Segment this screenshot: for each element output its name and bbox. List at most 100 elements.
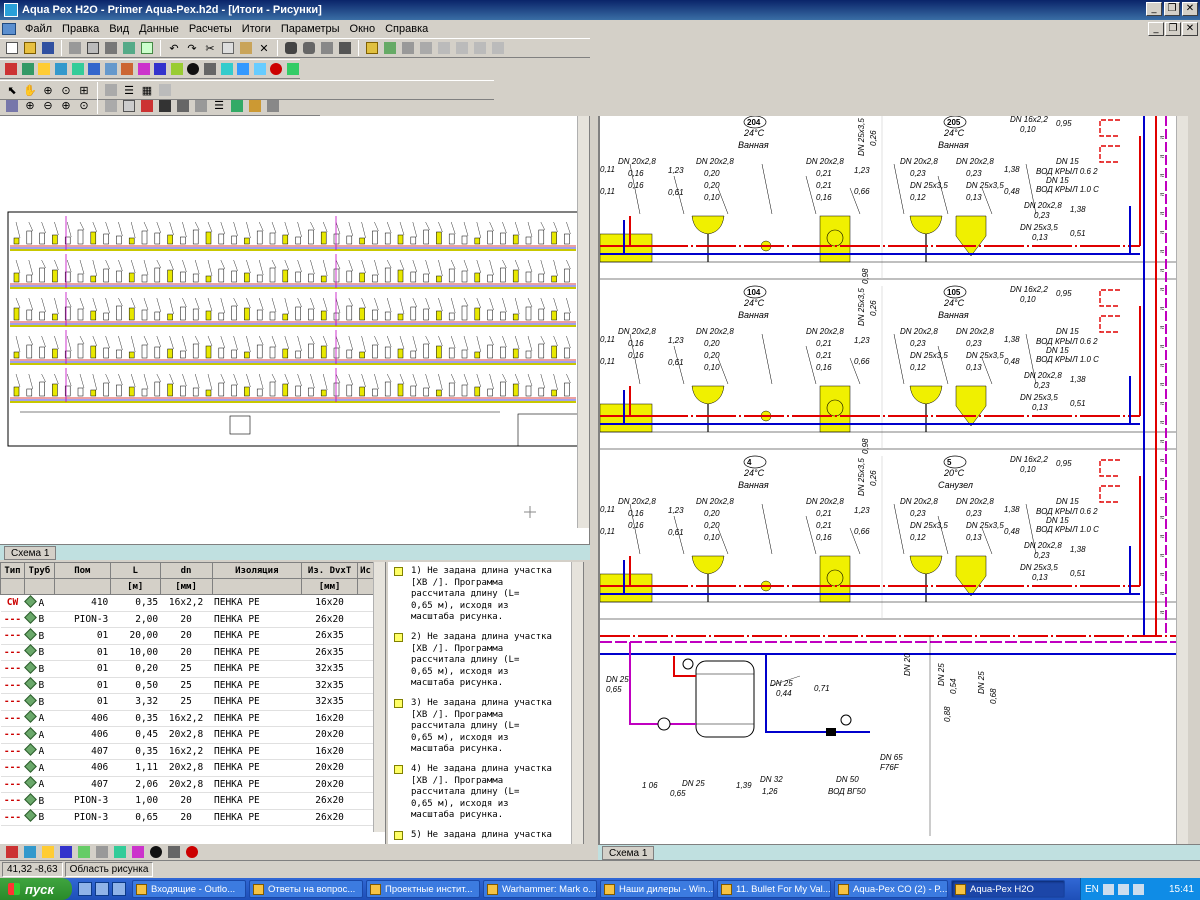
schematic-pane[interactable]: 204 24°C Ванная 205 24°C Ванная DN 20x2,8 0,16 0… [598, 116, 1188, 844]
table-row[interactable]: --- A 406 0,45 20x2,8 ПЕНКА PE 20x20 [0, 726, 374, 744]
obj5-icon[interactable] [70, 61, 85, 77]
obj2-icon[interactable] [21, 61, 36, 77]
print-icon[interactable] [67, 40, 83, 56]
start-button[interactable]: пуск [0, 878, 72, 900]
delete-icon[interactable]: ✕ [256, 40, 272, 56]
view9-icon[interactable] [229, 98, 245, 114]
taskbar-item[interactable]: Наши дилеры - Win... [600, 880, 714, 898]
message-item[interactable]: 4) Не задана длина участка [XB /]. Програ… [388, 760, 583, 826]
overview-vscroll[interactable] [577, 116, 589, 528]
tray-icon-1[interactable] [1102, 883, 1114, 895]
tool3-icon[interactable] [472, 40, 488, 56]
zoom-in2-icon[interactable]: ⊕ [22, 98, 38, 114]
explorer-icon[interactable] [112, 882, 126, 896]
calc-check-icon[interactable] [382, 40, 398, 56]
zoom-all-icon[interactable]: ⊕ [58, 98, 74, 114]
left-tab-scheme1[interactable]: Схема 1 [4, 545, 57, 560]
menu-window[interactable]: Окно [345, 23, 381, 35]
b11-icon[interactable] [184, 844, 200, 860]
zoom-prev-icon[interactable]: ⊙ [76, 98, 92, 114]
taskbar-item[interactable]: Aqua-Pex CO (2) - P... [834, 880, 948, 898]
obj15-icon[interactable] [236, 61, 251, 77]
obj18-icon[interactable] [286, 61, 301, 77]
view7-icon[interactable] [193, 98, 209, 114]
replace-icon[interactable] [319, 40, 335, 56]
taskbar-item[interactable]: Aqua-Pex H2O [951, 880, 1065, 898]
table-row[interactable]: --- B 01 20,00 20 ПЕНКА PE 26x35 [0, 627, 374, 645]
taskbar-item[interactable]: Ответы на вопрос... [249, 880, 363, 898]
b5-icon[interactable] [76, 844, 92, 860]
tool4-icon[interactable] [490, 40, 506, 56]
table-row[interactable]: CW A 410 0,35 16x2,2 ПЕНКА PE 16x20 [0, 594, 374, 612]
save-icon[interactable] [40, 40, 56, 56]
b2-icon[interactable] [22, 844, 38, 860]
find-next-icon[interactable] [301, 40, 317, 56]
menu-calc[interactable]: Расчеты [184, 23, 237, 35]
tray-icon-2[interactable] [1117, 883, 1129, 895]
restore-button[interactable]: ❐ [1164, 2, 1180, 16]
table-row[interactable]: --- B 01 0,50 25 ПЕНКА PE 32x35 [0, 677, 374, 694]
obj9-icon[interactable] [137, 61, 152, 77]
view10-icon[interactable] [247, 98, 263, 114]
col-room[interactable]: Пом [53, 562, 111, 579]
obj7-icon[interactable] [103, 61, 118, 77]
b1-icon[interactable] [4, 844, 20, 860]
message-item[interactable]: 5) Не задана длина участка [388, 826, 583, 844]
col-length[interactable]: L [109, 562, 161, 579]
view8-icon[interactable]: ☰ [211, 98, 227, 114]
right-tab-scheme1[interactable]: Схема 1 [602, 845, 655, 860]
calculator-icon[interactable] [337, 40, 353, 56]
obj14-icon[interactable] [219, 61, 234, 77]
view4-icon[interactable] [139, 98, 155, 114]
view5-icon[interactable] [157, 98, 173, 114]
col-dvxt[interactable]: Из. DvxT [301, 562, 358, 579]
menu-view[interactable]: Вид [104, 23, 134, 35]
b4-icon[interactable] [58, 844, 74, 860]
table-row[interactable]: --- B 01 0,20 25 ПЕНКА PE 32x35 [0, 660, 374, 678]
mdi-minimize-button[interactable]: _ [1148, 22, 1164, 36]
table-row[interactable]: --- A 406 1,11 20x2,8 ПЕНКА PE 20x20 [0, 759, 374, 777]
col-dn[interactable]: dn [159, 562, 213, 579]
obj17-icon[interactable] [269, 61, 284, 77]
table-row[interactable]: --- B PION-3 0,65 20 ПЕНКА PE 26x20 [0, 809, 374, 826]
menu-file[interactable]: Файл [20, 23, 57, 35]
table-row[interactable]: --- A 407 0,35 16x2,2 ПЕНКА PE 16x20 [0, 743, 374, 760]
find-icon[interactable] [283, 40, 299, 56]
undo-icon[interactable]: ↶ [166, 40, 182, 56]
browser-icon[interactable] [78, 882, 92, 896]
overview-pane[interactable] [0, 116, 590, 544]
obj13-icon[interactable] [203, 61, 218, 77]
view3-icon[interactable] [121, 98, 137, 114]
desktop-icon[interactable] [95, 882, 109, 896]
b6-icon[interactable] [94, 844, 110, 860]
tool2-icon[interactable] [454, 40, 470, 56]
cut-icon[interactable]: ✂ [202, 40, 218, 56]
table-row[interactable]: --- B PION-3 2,00 20 ПЕНКА PE 26x20 [0, 611, 374, 628]
obj8-icon[interactable] [120, 61, 135, 77]
language-indicator[interactable]: EN [1085, 884, 1099, 895]
mdi-close-button[interactable]: ✕ [1182, 22, 1198, 36]
table-row[interactable]: --- A 407 2,06 20x2,8 ПЕНКА PE 20x20 [0, 776, 374, 793]
zoom-out-icon[interactable]: ⊖ [40, 98, 56, 114]
paste-icon[interactable] [238, 40, 254, 56]
preview-icon[interactable] [85, 40, 101, 56]
print-setup-icon[interactable] [103, 40, 119, 56]
obj11-icon[interactable] [170, 61, 185, 77]
taskbar-item[interactable]: 11. Bullet For My Val... [717, 880, 831, 898]
view11-icon[interactable] [265, 98, 281, 114]
tray-icon-3[interactable] [1132, 883, 1144, 895]
obj16-icon[interactable] [252, 61, 267, 77]
b9-icon[interactable] [148, 844, 164, 860]
taskbar-item[interactable]: Warhammer: Mark o... [483, 880, 597, 898]
menu-data[interactable]: Данные [134, 23, 184, 35]
obj10-icon[interactable] [153, 61, 168, 77]
document-icon[interactable] [2, 23, 16, 35]
export-icon[interactable] [121, 40, 137, 56]
valve-icon[interactable] [400, 40, 416, 56]
obj4-icon[interactable] [54, 61, 69, 77]
b3-icon[interactable] [40, 844, 56, 860]
obj3-icon[interactable] [37, 61, 52, 77]
new-icon[interactable] [4, 40, 20, 56]
view6-icon[interactable] [175, 98, 191, 114]
col-type[interactable]: Тип [0, 562, 25, 579]
